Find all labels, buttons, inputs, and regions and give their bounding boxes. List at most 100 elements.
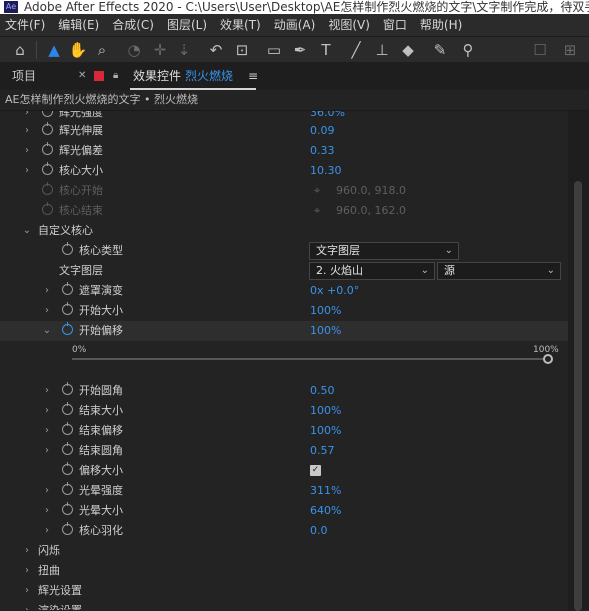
stopwatch-icon[interactable]	[62, 282, 73, 295]
eraser-tool-icon[interactable]: ◆	[398, 40, 418, 60]
menu-edit[interactable]: 编辑(E)	[53, 14, 99, 36]
menu-window[interactable]: 窗口	[378, 14, 407, 36]
property-row-halo-intensity: › 光晕强度 311%	[0, 481, 568, 501]
property-value[interactable]: 100%	[310, 421, 341, 441]
property-value[interactable]: 100%	[310, 321, 341, 341]
property-value[interactable]: 0.09	[310, 121, 335, 141]
selection-tool-icon[interactable]: ▲	[44, 40, 64, 60]
chevron-right-icon[interactable]: ›	[42, 381, 52, 401]
tab-effect-controls[interactable]: 效果控件 烈火燃烧	[133, 62, 233, 90]
stopwatch-icon[interactable]	[62, 482, 73, 495]
property-value[interactable]: 100%	[310, 301, 341, 321]
property-value[interactable]: 0.0	[310, 521, 328, 541]
chevron-right-icon[interactable]: ›	[42, 401, 52, 421]
start-offset-slider-track[interactable]	[72, 358, 550, 360]
chevron-right-icon[interactable]: ›	[42, 501, 52, 521]
chevron-right-icon[interactable]: ›	[22, 541, 32, 561]
roto-brush-tool-icon[interactable]: ✎	[430, 40, 450, 60]
offset-size-checkbox[interactable]: ✓	[310, 465, 321, 476]
chevron-right-icon[interactable]: ›	[22, 121, 32, 141]
chevron-down-icon[interactable]: ⌄	[22, 221, 32, 241]
stopwatch-icon[interactable]	[62, 382, 73, 395]
menu-view[interactable]: 视图(V)	[323, 14, 370, 36]
clone-stamp-tool-icon[interactable]: ⊥	[372, 40, 392, 60]
core-type-dropdown[interactable]: 文字图层 ⌄	[309, 242, 459, 260]
dropdown-value: 2. 火焰山	[316, 264, 363, 277]
chevron-right-icon[interactable]: ›	[42, 421, 52, 441]
chevron-right-icon[interactable]: ›	[42, 281, 52, 301]
menu-help[interactable]: 帮助(H)	[415, 14, 462, 36]
property-row-core-start: 核心开始 ⌖ 960.0, 918.0	[0, 181, 568, 201]
stopwatch-icon[interactable]	[42, 122, 53, 135]
brush-tool-icon[interactable]: ╱	[346, 40, 366, 60]
panel-scrollbar[interactable]	[568, 111, 589, 611]
pan-behind-tool-icon[interactable]: ⊡	[232, 40, 252, 60]
stopwatch-icon[interactable]	[62, 522, 73, 535]
chevron-right-icon[interactable]: ›	[22, 161, 32, 181]
rectangle-tool-icon[interactable]: ▭	[264, 40, 284, 60]
close-icon[interactable]: ✕	[78, 62, 86, 90]
stopwatch-icon[interactable]	[62, 322, 73, 335]
panel-menu-icon[interactable]: ≡	[248, 62, 258, 90]
chevron-right-icon[interactable]: ›	[42, 521, 52, 541]
rotation-tool-icon[interactable]: ↶	[206, 40, 226, 60]
menu-composition[interactable]: 合成(C)	[107, 14, 154, 36]
property-value[interactable]: 0x +0.0°	[310, 281, 359, 301]
chevron-right-icon[interactable]: ›	[42, 441, 52, 461]
property-value[interactable]: 0.33	[310, 141, 335, 161]
text-layer-dropdown[interactable]: 2. 火焰山 ⌄	[309, 262, 435, 280]
zoom-tool-icon[interactable]: ⌕	[92, 40, 112, 60]
chevron-right-icon[interactable]: ›	[22, 561, 32, 581]
menu-file[interactable]: 文件(F)	[0, 14, 45, 36]
menu-animation[interactable]: 动画(A)	[269, 14, 316, 36]
stopwatch-icon[interactable]	[62, 462, 73, 475]
stopwatch-icon[interactable]	[62, 242, 73, 255]
chevron-right-icon[interactable]: ›	[22, 581, 32, 601]
stopwatch-icon[interactable]	[62, 402, 73, 415]
tab-project[interactable]: 项目	[12, 62, 36, 90]
orbit-camera-icon[interactable]: ◔	[124, 40, 144, 60]
start-offset-slider-handle[interactable]	[543, 354, 553, 364]
stopwatch-icon[interactable]	[42, 162, 53, 175]
layer-source-dropdown[interactable]: 源 ⌄	[437, 262, 561, 280]
property-value[interactable]: 0.50	[310, 381, 335, 401]
dropdown-value: 源	[444, 264, 455, 277]
property-row-halo-size: › 光晕大小 640%	[0, 501, 568, 521]
property-label: 开始偏移	[79, 324, 123, 337]
lock-icon[interactable]: 🔒︎	[113, 62, 118, 90]
lock-red-indicator-icon	[94, 71, 104, 81]
chevron-down-icon[interactable]: ⌄	[42, 321, 52, 341]
chevron-right-icon[interactable]: ›	[42, 481, 52, 501]
menu-layer[interactable]: 图层(L)	[162, 14, 207, 36]
property-value[interactable]: 0.57	[310, 441, 335, 461]
property-value[interactable]: 311%	[310, 481, 341, 501]
type-tool-icon[interactable]: T	[316, 40, 336, 60]
chevron-right-icon[interactable]: ›	[42, 301, 52, 321]
stopwatch-icon[interactable]	[62, 502, 73, 515]
property-value[interactable]: 640%	[310, 501, 341, 521]
home-icon[interactable]: ⌂	[10, 40, 30, 60]
stopwatch-icon[interactable]	[42, 111, 53, 117]
hand-tool-icon[interactable]: ✋	[68, 40, 88, 60]
chevron-right-icon[interactable]: ›	[22, 601, 32, 610]
snapping-checkbox-icon[interactable]: ☐	[530, 40, 550, 60]
stopwatch-icon[interactable]	[42, 142, 53, 155]
property-value[interactable]: 10.30	[310, 161, 342, 181]
stopwatch-icon[interactable]	[62, 442, 73, 455]
property-row-start-size: › 开始大小 100%	[0, 301, 568, 321]
pen-tool-icon[interactable]: ✒	[290, 40, 310, 60]
property-value[interactable]: 100%	[310, 401, 341, 421]
snapping-icon[interactable]: ⊞	[560, 40, 580, 60]
group-label: 闪烁	[38, 544, 60, 557]
scrollbar-thumb[interactable]	[574, 181, 582, 611]
property-row-core-size: › 核心大小 10.30	[0, 161, 568, 181]
menu-effect[interactable]: 效果(T)	[215, 14, 261, 36]
stopwatch-icon[interactable]	[62, 422, 73, 435]
stopwatch-icon	[42, 202, 53, 215]
chevron-right-icon[interactable]: ›	[22, 141, 32, 161]
stopwatch-icon[interactable]	[62, 302, 73, 315]
puppet-pin-tool-icon[interactable]: ⚲	[458, 40, 478, 60]
pan-camera-icon[interactable]: ✛	[150, 40, 170, 60]
property-label: 开始圆角	[79, 384, 123, 397]
dolly-camera-icon[interactable]: ⇣	[174, 40, 194, 60]
